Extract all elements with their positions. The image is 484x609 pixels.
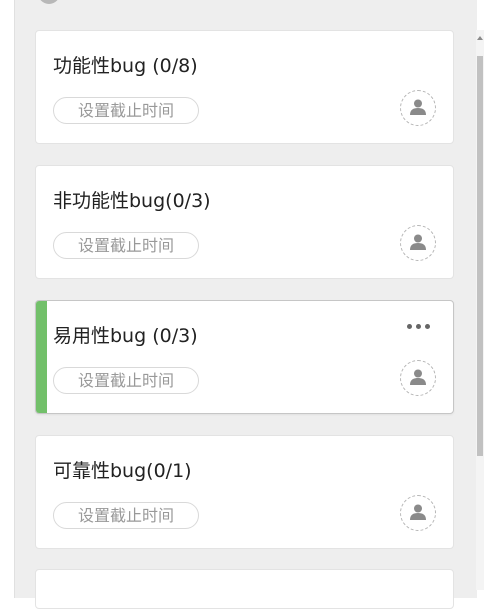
user-icon <box>410 504 426 520</box>
assignee-avatar[interactable] <box>400 360 436 396</box>
set-deadline-button[interactable]: 设置截止时间 <box>53 97 199 124</box>
bug-card-active[interactable]: 易用性bug (0/3) 设置截止时间 <box>35 300 454 414</box>
card-title: 功能性bug (0/8) <box>53 55 198 77</box>
user-icon <box>410 99 426 115</box>
user-icon <box>410 369 426 385</box>
bug-card[interactable]: 可靠性bug(0/1) 设置截止时间 <box>35 435 454 549</box>
set-deadline-button[interactable]: 设置截止时间 <box>53 232 199 259</box>
user-icon <box>410 234 426 250</box>
more-options-icon[interactable] <box>404 317 434 337</box>
set-deadline-button[interactable]: 设置截止时间 <box>53 502 199 529</box>
card-title: 易用性bug (0/3) <box>53 325 198 347</box>
assignee-avatar[interactable] <box>400 495 436 531</box>
set-deadline-button[interactable]: 设置截止时间 <box>53 367 199 394</box>
card-status-accent <box>36 301 47 413</box>
bug-card[interactable]: 非功能性bug(0/3) 设置截止时间 <box>35 165 454 279</box>
assignee-avatar[interactable] <box>400 225 436 261</box>
assignee-avatar[interactable] <box>400 90 436 126</box>
card-title: 可靠性bug(0/1) <box>53 460 192 482</box>
scrollbar-thumb[interactable] <box>477 56 483 456</box>
card-title: 非功能性bug(0/3) <box>53 190 211 212</box>
scroll-up-arrow-icon[interactable] <box>477 36 483 40</box>
bug-card-partial[interactable] <box>35 569 454 609</box>
bug-card[interactable]: 功能性bug (0/8) 设置截止时间 <box>35 30 454 144</box>
